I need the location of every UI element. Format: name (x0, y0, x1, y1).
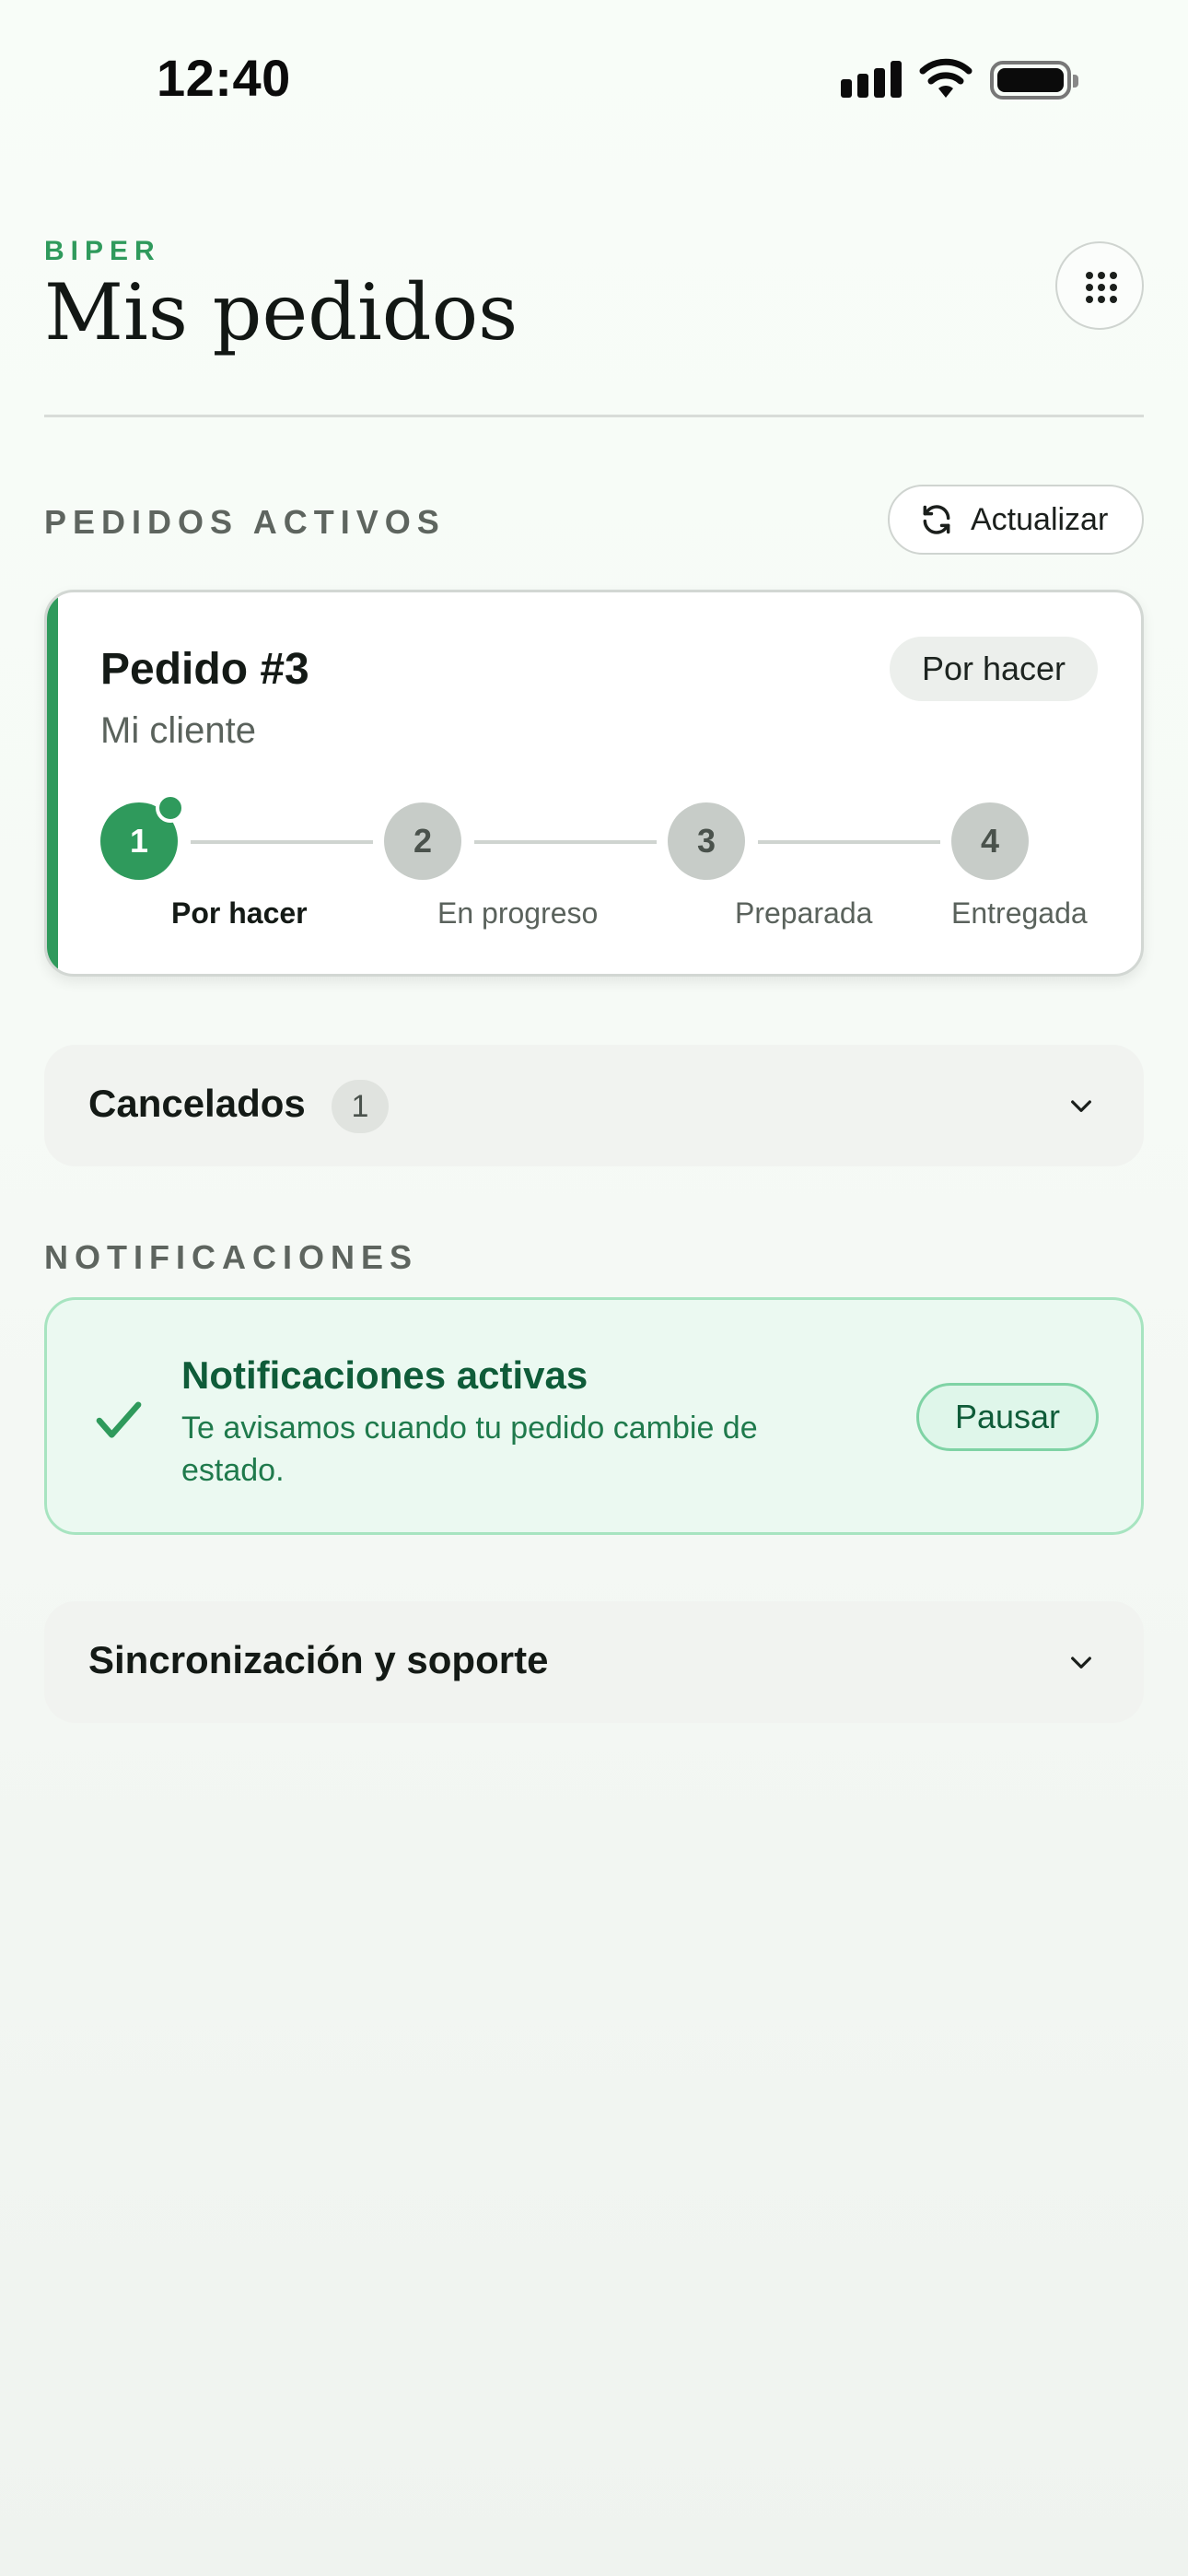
step-3-circle: 3 (668, 802, 745, 880)
step-4-label: Entregada (951, 896, 1088, 930)
notifications-title: Notificaciones activas (181, 1353, 588, 1397)
status-time: 12:40 (157, 49, 291, 107)
check-icon (96, 1401, 142, 1438)
order-card[interactable]: Pedido #3 Mi cliente Por hacer 1 2 3 4 P… (44, 590, 1144, 977)
cancelled-count-badge: 1 (332, 1080, 389, 1133)
step-connector (758, 840, 940, 844)
order-status-badge: Por hacer (890, 637, 1098, 701)
signal-icon (841, 61, 903, 98)
refresh-icon (923, 505, 950, 534)
sync-support-label: Sincronización y soporte (88, 1638, 549, 1681)
current-step-dot (156, 793, 185, 823)
step-4-circle: 4 (951, 802, 1029, 880)
refresh-label: Actualizar (971, 501, 1109, 537)
step-1-label: Por hacer (171, 896, 308, 930)
order-accent-bar (47, 592, 58, 974)
refresh-button[interactable]: Actualizar (888, 485, 1144, 555)
cancelled-label: Cancelados (88, 1082, 306, 1125)
brand-label: BIPER (44, 236, 161, 266)
notifications-heading: NOTIFICACIONES (44, 1238, 419, 1276)
header-divider (44, 415, 1144, 417)
chevron-down-icon (1071, 1100, 1091, 1112)
step-connector (474, 840, 657, 844)
step-2-label: En progreso (437, 896, 599, 930)
grid-dots-icon (1086, 272, 1117, 303)
page-title: Mis pedidos (44, 267, 518, 357)
order-title: Pedido #3 (100, 645, 309, 694)
wifi-icon (919, 58, 973, 98)
active-orders-heading: PEDIDOS ACTIVOS (44, 503, 446, 541)
pause-notifications-button[interactable]: Pausar (916, 1383, 1099, 1451)
notifications-card: Notificaciones activas Te avisamos cuand… (44, 1297, 1144, 1535)
step-connector (191, 840, 373, 844)
step-3-label: Preparada (735, 896, 873, 930)
battery-icon (990, 61, 1078, 100)
cancelled-panel[interactable]: Cancelados 1 (44, 1045, 1144, 1166)
order-client: Mi cliente (100, 710, 256, 751)
menu-button[interactable] (1055, 241, 1144, 330)
notifications-text: Te avisamos cuando tu pedido cambie de e… (181, 1411, 758, 1488)
step-2-circle: 2 (384, 802, 461, 880)
chevron-down-icon (1071, 1657, 1091, 1669)
sync-support-panel[interactable]: Sincronización y soporte (44, 1601, 1144, 1723)
